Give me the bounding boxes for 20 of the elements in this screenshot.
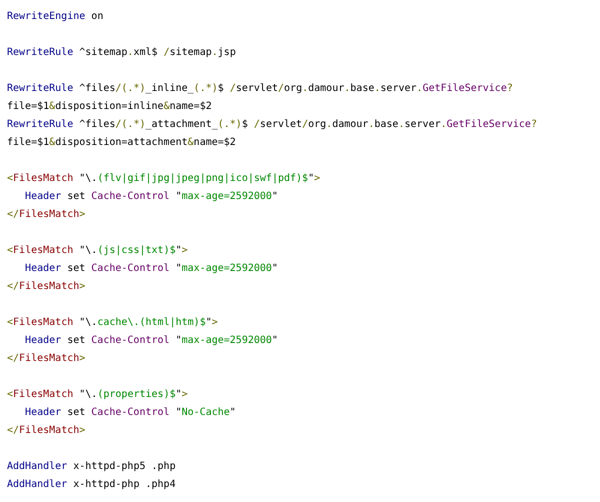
- code-line: </FilesMatch>: [7, 352, 86, 366]
- code-line: RewriteEngine on: [7, 10, 104, 24]
- code-line: file=$1&disposition=inline&name=$2: [7, 100, 212, 114]
- code-line: AddHandler x-httpd-php5 .php: [7, 460, 176, 474]
- code-line: Header set Cache-Control "No-Cache": [24, 406, 236, 420]
- code-line: <FilesMatch "\.(flv|gif|jpg|jpeg|png|ico|swf|pdf)$">: [7, 172, 320, 186]
- code-line: file=$1&disposition=attachment&name=$2: [7, 136, 236, 150]
- code-line: Header set Cache-Control "max-age=2592000": [24, 190, 278, 204]
- code-line: </FilesMatch>: [7, 280, 86, 294]
- code-line: <FilesMatch "\.(properties)$">: [7, 388, 188, 402]
- code-line: RewriteRule ^files/(.*)_inline_(.*)$ /servlet/org.damour.base.server.GetFileService?: [7, 82, 513, 96]
- code-line: <FilesMatch "\.(js|css|txt)$">: [7, 244, 188, 258]
- code-line: Header set Cache-Control "max-age=2592000": [24, 262, 278, 276]
- code-line: Header set Cache-Control "max-age=2592000": [24, 334, 278, 348]
- code-line: </FilesMatch>: [7, 208, 86, 222]
- code-line: <FilesMatch "\.cache\.(html|htm)$">: [7, 316, 218, 330]
- code-line: RewriteRule ^files/(.*)_attachment_(.*)$ /servlet/org.damour.base.server.GetFileService?: [7, 118, 537, 132]
- code-line: AddHandler x-httpd-php .php4: [7, 478, 176, 492]
- code-line: </FilesMatch>: [7, 424, 86, 438]
- code-line: RewriteRule ^sitemap.xml$ /sitemap.jsp: [7, 46, 236, 60]
